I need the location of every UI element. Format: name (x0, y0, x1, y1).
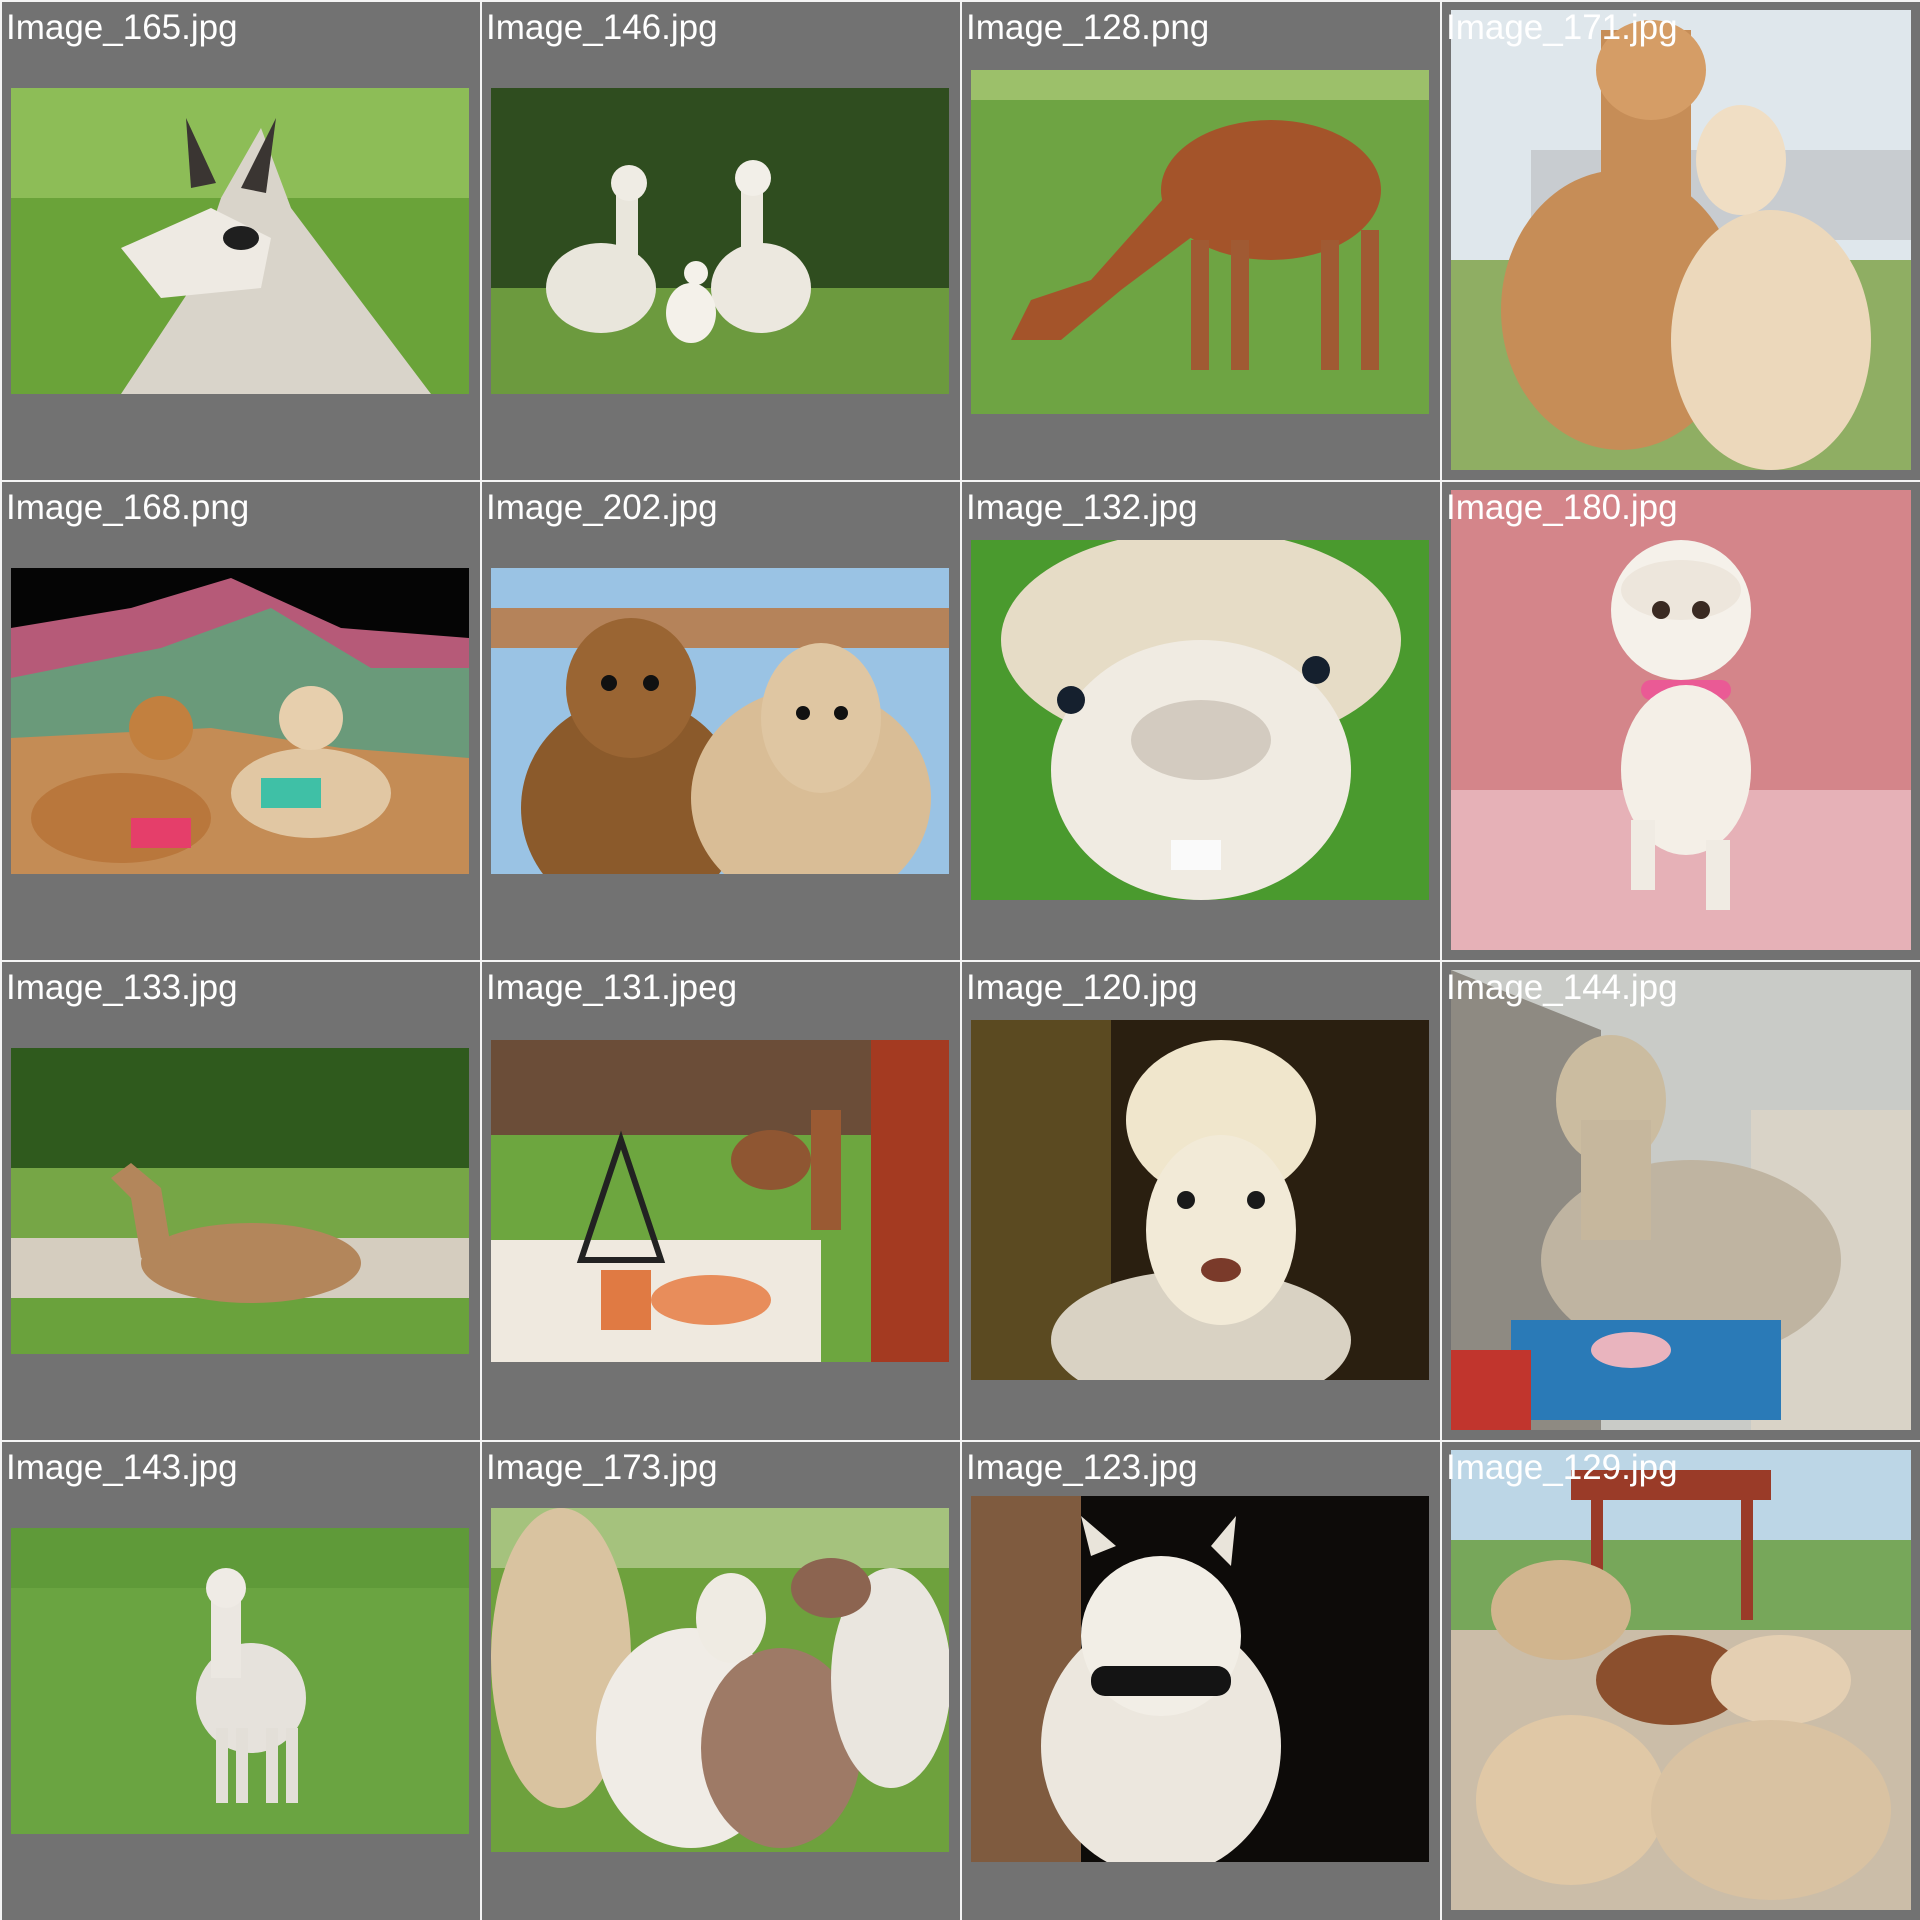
image-thumbnail[interactable] (11, 568, 469, 874)
image-tile[interactable]: Image_143.jpg (2, 1442, 480, 1920)
image-thumbnail[interactable] (971, 1020, 1429, 1380)
image-tile[interactable]: Image_146.jpg (482, 2, 960, 480)
image-filename: Image_143.jpg (6, 1448, 238, 1487)
image-filename: Image_173.jpg (486, 1448, 718, 1487)
image-filename: Image_133.jpg (6, 968, 238, 1007)
image-filename: Image_131.jpeg (486, 968, 738, 1007)
image-tile[interactable]: Image_131.jpeg (482, 962, 960, 1440)
image-tile[interactable]: Image_171.jpg (1442, 2, 1920, 480)
image-tile[interactable]: Image_168.png (2, 482, 480, 960)
image-filename: Image_132.jpg (966, 488, 1198, 527)
image-thumbnail[interactable] (971, 1496, 1429, 1862)
image-thumbnail[interactable] (491, 568, 949, 874)
image-thumbnail[interactable] (11, 88, 469, 394)
image-thumbnail[interactable] (491, 88, 949, 394)
image-thumbnail[interactable] (11, 1528, 469, 1834)
image-tile[interactable]: Image_129.jpg (1442, 1442, 1920, 1920)
image-filename: Image_128.png (966, 8, 1210, 47)
image-thumbnail[interactable] (1451, 10, 1911, 470)
image-tile[interactable]: Image_180.jpg (1442, 482, 1920, 960)
image-tile[interactable]: Image_144.jpg (1442, 962, 1920, 1440)
image-thumbnail[interactable] (971, 70, 1429, 414)
image-thumbnail[interactable] (1451, 1450, 1911, 1910)
image-tile[interactable]: Image_132.jpg (962, 482, 1440, 960)
image-tile[interactable]: Image_165.jpg (2, 2, 480, 480)
image-tile[interactable]: Image_173.jpg (482, 1442, 960, 1920)
image-tile[interactable]: Image_202.jpg (482, 482, 960, 960)
image-thumbnail[interactable] (491, 1040, 949, 1362)
image-filename: Image_146.jpg (486, 8, 718, 47)
image-tile[interactable]: Image_128.png (962, 2, 1440, 480)
image-tile[interactable]: Image_123.jpg (962, 1442, 1440, 1920)
image-tile[interactable]: Image_133.jpg (2, 962, 480, 1440)
image-thumbnail[interactable] (11, 1048, 469, 1354)
image-thumbnail[interactable] (491, 1508, 949, 1852)
image-grid: Image_165.jpg Image_146.jpg Image_128.pn… (0, 0, 1920, 1920)
image-thumbnail[interactable] (1451, 970, 1911, 1430)
image-filename: Image_123.jpg (966, 1448, 1198, 1487)
image-thumbnail[interactable] (1451, 490, 1911, 950)
image-filename: Image_202.jpg (486, 488, 718, 527)
image-filename: Image_120.jpg (966, 968, 1198, 1007)
image-filename: Image_165.jpg (6, 8, 238, 47)
image-filename: Image_168.png (6, 488, 250, 527)
image-tile[interactable]: Image_120.jpg (962, 962, 1440, 1440)
image-thumbnail[interactable] (971, 540, 1429, 900)
